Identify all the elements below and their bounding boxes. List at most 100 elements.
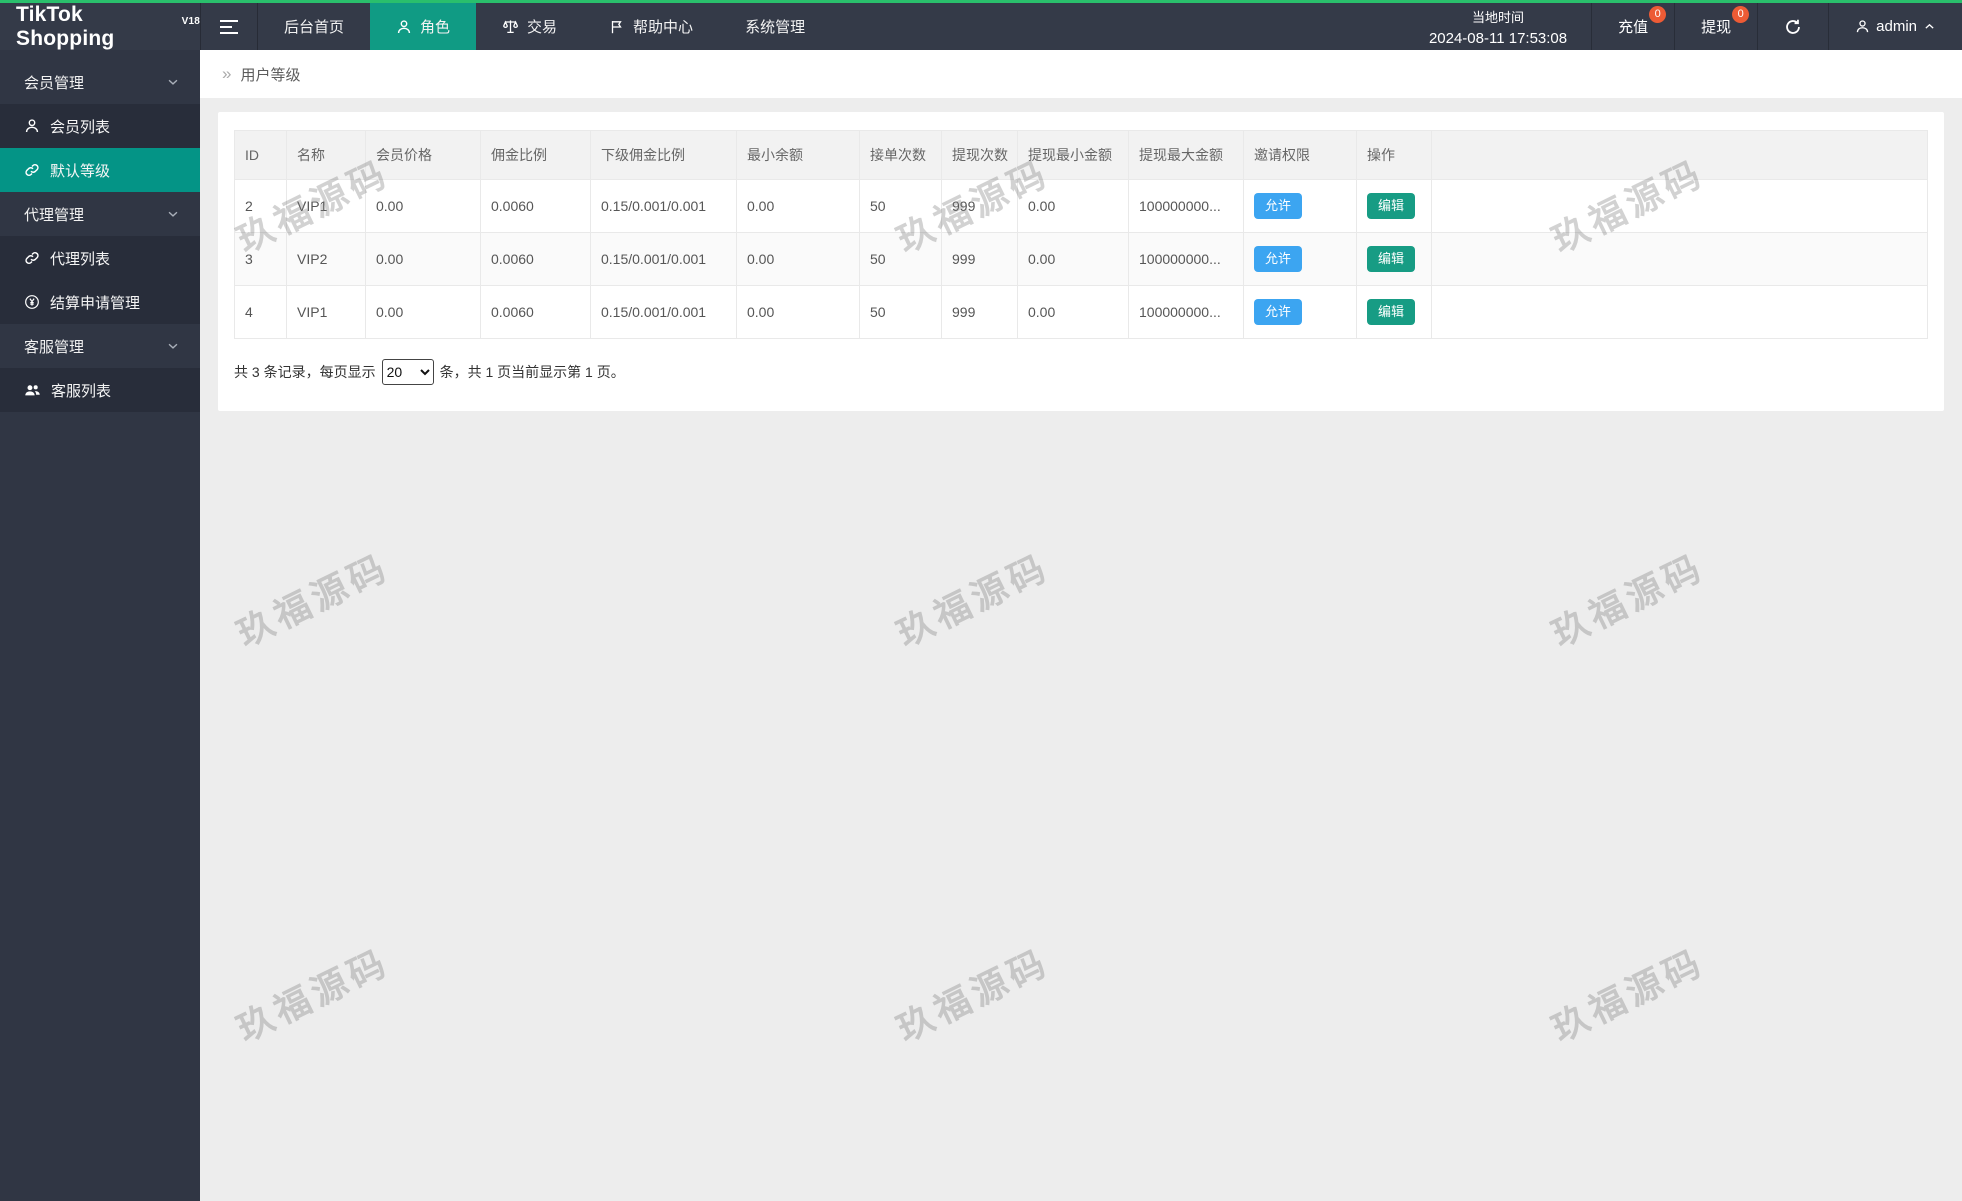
edit-button[interactable]: 编辑: [1367, 245, 1416, 273]
nav-item-roles[interactable]: 角色: [370, 3, 477, 50]
pagination-prefix: 共 3 条记录，每页显示: [234, 364, 376, 380]
column-header-sub-rate: 下级佣金比例: [590, 130, 737, 180]
sidebar-group-label: 客服管理: [24, 338, 85, 356]
person-icon: [396, 19, 412, 35]
column-header-rate: 佣金比例: [480, 130, 591, 180]
cell-rate: 0.0060: [480, 232, 591, 286]
watermark: 玖福源码: [230, 940, 396, 1050]
cell-withdraw-min: 0.00: [1017, 285, 1129, 339]
table-header-row: ID 名称 会员价格 佣金比例 下级佣金比例 最小余额 接单次数 提现次数 提现…: [234, 130, 1928, 180]
cell-id: 4: [234, 285, 287, 339]
cell-name: VIP1: [286, 179, 366, 233]
sidebar-item-agent-list[interactable]: 代理列表: [0, 236, 200, 280]
cell-name: VIP2: [286, 232, 366, 286]
column-header-order-count: 接单次数: [859, 130, 942, 180]
page-size-select[interactable]: 20: [381, 359, 434, 385]
column-header-withdraw-min: 提现最小金额: [1017, 130, 1129, 180]
cell-sub-rate: 0.15/0.001/0.001: [590, 232, 737, 286]
sidebar: 会员管理 会员列表 默认等级 代理管理 代理列表 结算申请管理 客服管理 客服列…: [0, 50, 200, 1201]
cell-withdraw-count: 999: [941, 179, 1018, 233]
cell-empty: [1431, 285, 1928, 339]
cell-empty: [1431, 232, 1928, 286]
column-header-name: 名称: [286, 130, 366, 180]
sidebar-group-service-management[interactable]: 客服管理: [0, 324, 200, 368]
column-header-empty: [1431, 130, 1928, 180]
sidebar-item-member-list[interactable]: 会员列表: [0, 104, 200, 148]
column-header-price: 会员价格: [365, 130, 481, 180]
link-icon: [24, 250, 40, 266]
sidebar-item-default-level[interactable]: 默认等级: [0, 148, 200, 192]
chevron-down-icon: [166, 75, 180, 89]
sidebar-group-label: 代理管理: [24, 206, 85, 224]
app-logo-version: V18: [181, 16, 200, 27]
chevron-up-icon: [1923, 20, 1936, 33]
withdraw-button[interactable]: 提现 0: [1674, 3, 1757, 50]
cell-min-balance: 0.00: [736, 232, 860, 286]
cell-withdraw-max: 100000000...: [1128, 285, 1244, 339]
column-header-action: 操作: [1356, 130, 1432, 180]
link-icon: [24, 162, 40, 178]
sidebar-submenu-member: 会员列表 默认等级: [0, 104, 200, 192]
flag-icon: [609, 19, 625, 35]
user-level-table: ID 名称 会员价格 佣金比例 下级佣金比例 最小余额 接单次数 提现次数 提现…: [234, 130, 1928, 339]
local-time-label: 当地时间: [1472, 9, 1525, 25]
top-accent-line: [0, 0, 1962, 3]
edit-button[interactable]: 编辑: [1367, 298, 1416, 326]
nav-item-dashboard[interactable]: 后台首页: [258, 3, 370, 50]
nav-item-system[interactable]: 系统管理: [719, 3, 831, 50]
nav-item-label: 系统管理: [745, 19, 806, 36]
admin-page: TikTok Shopping V18 后台首页 角色 交易 帮助中心 系统管理…: [0, 0, 1962, 1201]
nav-item-trade[interactable]: 交易: [476, 3, 583, 50]
cell-sub-rate: 0.15/0.001/0.001: [590, 285, 737, 339]
admin-username: admin: [1876, 18, 1917, 35]
table-row: 2 VIP1 0.00 0.0060 0.15/0.001/0.001 0.00…: [234, 179, 1928, 233]
sidebar-item-label: 结算申请管理: [50, 294, 141, 312]
cell-name: VIP1: [286, 285, 366, 339]
sidebar-group-agent-management[interactable]: 代理管理: [0, 192, 200, 236]
invite-permission-button[interactable]: 允许: [1254, 192, 1303, 220]
recharge-button[interactable]: 充值 0: [1591, 3, 1674, 50]
chevron-down-icon: [166, 207, 180, 221]
app-logo: TikTok Shopping V18: [0, 3, 200, 50]
recharge-label: 充值: [1618, 19, 1649, 36]
sidebar-item-service-list[interactable]: 客服列表: [0, 368, 200, 412]
cell-sub-rate: 0.15/0.001/0.001: [590, 179, 737, 233]
sidebar-item-label: 代理列表: [50, 250, 111, 268]
admin-user-menu[interactable]: admin: [1828, 3, 1962, 50]
withdraw-label: 提现: [1701, 19, 1732, 36]
cell-min-balance: 0.00: [736, 285, 860, 339]
cell-order-count: 50: [859, 179, 942, 233]
scales-icon: [502, 18, 519, 35]
breadcrumb: » 用户等级: [200, 50, 1962, 98]
cell-price: 0.00: [365, 232, 481, 286]
hamburger-icon: [220, 16, 238, 38]
nav-item-label: 后台首页: [284, 19, 345, 36]
sidebar-toggle-button[interactable]: [200, 3, 258, 50]
watermark: 玖福源码: [230, 545, 396, 655]
sidebar-group-member-management[interactable]: 会员管理: [0, 60, 200, 104]
recharge-badge: 0: [1649, 6, 1667, 23]
cell-withdraw-max: 100000000...: [1128, 179, 1244, 233]
chevron-down-icon: [166, 339, 180, 353]
invite-permission-button[interactable]: 允许: [1254, 245, 1303, 273]
top-bar-right: 当地时间 2024-08-11 17:53:08 充值 0 提现 0 admin: [1405, 3, 1962, 50]
withdraw-badge: 0: [1732, 6, 1750, 23]
invite-permission-button[interactable]: 允许: [1254, 298, 1303, 326]
yen-circle-icon: [24, 294, 40, 310]
cell-order-count: 50: [859, 285, 942, 339]
cell-empty: [1431, 179, 1928, 233]
cell-withdraw-min: 0.00: [1017, 232, 1129, 286]
sidebar-item-label: 默认等级: [50, 162, 111, 180]
refresh-button[interactable]: [1757, 3, 1828, 50]
top-nav: 后台首页 角色 交易 帮助中心 系统管理: [258, 3, 831, 50]
cell-price: 0.00: [365, 285, 481, 339]
nav-item-label: 交易: [527, 19, 558, 36]
sidebar-item-settlement-management[interactable]: 结算申请管理: [0, 280, 200, 324]
nav-item-help-center[interactable]: 帮助中心: [583, 3, 719, 50]
cell-withdraw-count: 999: [941, 285, 1018, 339]
cell-id: 2: [234, 179, 287, 233]
cell-price: 0.00: [365, 179, 481, 233]
person-icon: [24, 118, 40, 134]
edit-button[interactable]: 编辑: [1367, 192, 1416, 220]
column-header-id: ID: [234, 130, 287, 180]
